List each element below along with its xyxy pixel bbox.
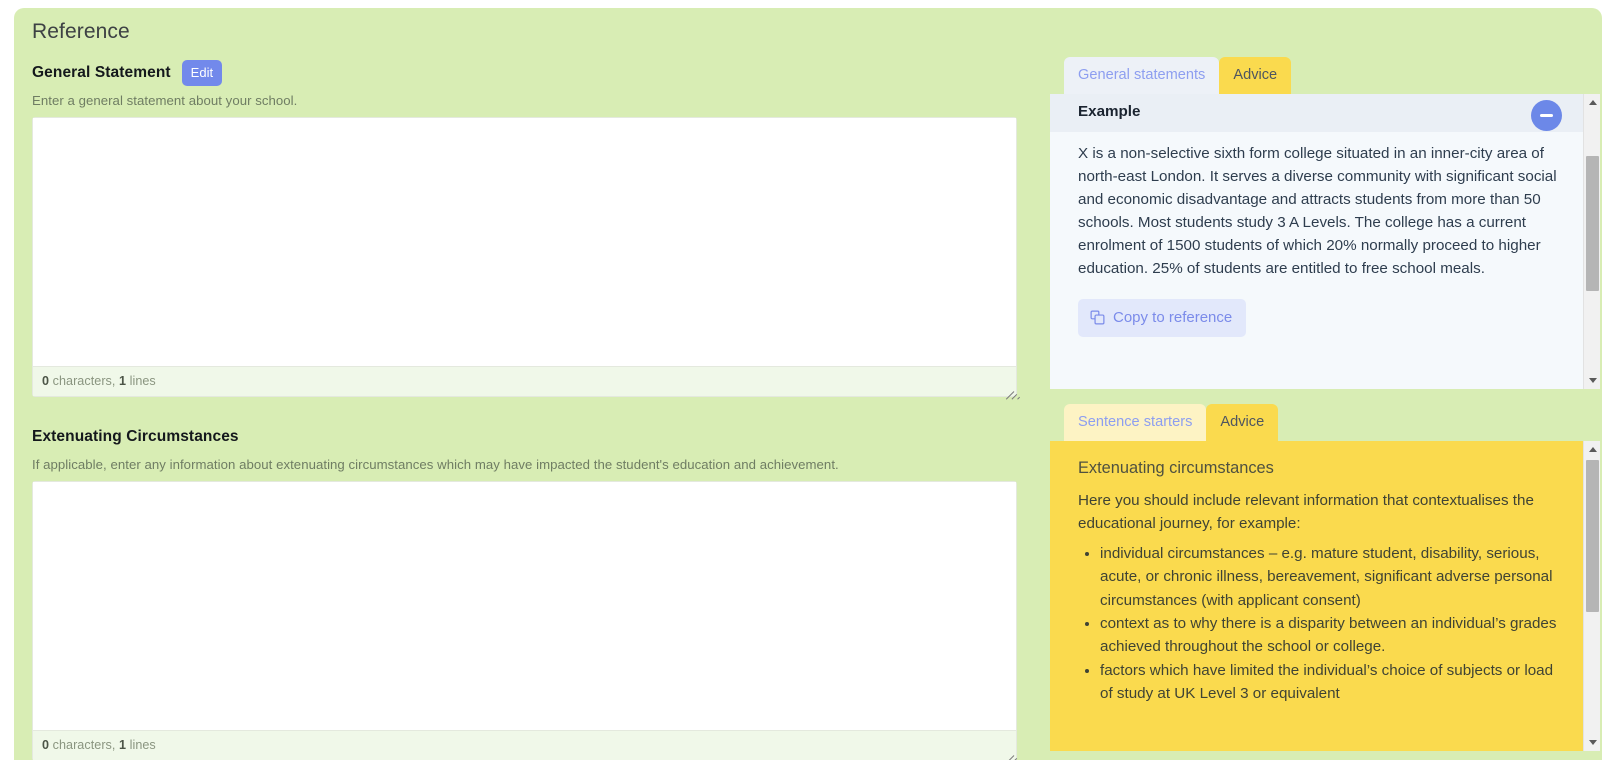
general-statement-line-label: lines bbox=[126, 374, 156, 388]
advice-bullet-list: individual circumstances – e.g. mature s… bbox=[1050, 542, 1583, 706]
list-item: context as to why there is a disparity b… bbox=[1100, 612, 1569, 659]
tab-advice-example[interactable]: Advice bbox=[1219, 57, 1292, 94]
collapse-example-button[interactable] bbox=[1531, 100, 1562, 131]
scrollbar-thumb[interactable] bbox=[1586, 156, 1599, 291]
general-statement-label: General Statement bbox=[32, 64, 171, 81]
extenuating-circumstances-hint: If applicable, enter any information abo… bbox=[32, 457, 839, 472]
advice-panel-scrollbar[interactable] bbox=[1583, 441, 1600, 751]
example-panel-scrollport: Example X is a non-selective sixth form … bbox=[1050, 94, 1583, 389]
guidance-column: General statements Advice Example X is a… bbox=[1050, 56, 1600, 751]
extenuating-circumstances-line-label: lines bbox=[126, 738, 156, 752]
general-statement-char-count: 0 bbox=[42, 374, 50, 388]
scroll-down-arrow-icon[interactable] bbox=[1584, 372, 1600, 389]
general-statement-textarea-wrapper: 0 characters, 1 lines bbox=[32, 117, 1021, 400]
scroll-down-arrow-icon[interactable] bbox=[1584, 734, 1600, 751]
tab-sentence-starters[interactable]: Sentence starters bbox=[1064, 404, 1207, 441]
example-panel-tabs: General statements Advice bbox=[1050, 56, 1600, 94]
general-statement-header: General Statement Edit bbox=[32, 60, 1034, 86]
general-statement-char-label: characters, bbox=[49, 374, 120, 388]
scrollbar-thumb[interactable] bbox=[1586, 460, 1599, 612]
list-item: individual circumstances – e.g. mature s… bbox=[1100, 542, 1569, 612]
example-body-text: X is a non-selective sixth form college … bbox=[1078, 145, 1557, 277]
advice-intro-text: Here you should include relevant informa… bbox=[1078, 492, 1534, 533]
reference-card: Reference General Statement Edit Enter a… bbox=[14, 8, 1602, 760]
general-statement-input[interactable] bbox=[33, 118, 1016, 366]
extenuating-circumstances-input[interactable] bbox=[33, 482, 1016, 730]
extenuating-circumstances-label: Extenuating Circumstances bbox=[32, 428, 239, 445]
advice-panel-group: Sentence starters Advice Extenuating cir… bbox=[1050, 403, 1600, 751]
extenuating-circumstances-field: Extenuating Circumstances If applicable,… bbox=[32, 424, 1034, 760]
field-spacer bbox=[32, 397, 1034, 424]
page-title: Reference bbox=[32, 20, 130, 43]
edit-general-statement-button[interactable]: Edit bbox=[181, 60, 223, 86]
example-panel-group: General statements Advice Example X is a… bbox=[1050, 56, 1600, 389]
general-statement-hint: Enter a general statement about your sch… bbox=[32, 93, 298, 108]
advice-panel-tabs: Sentence starters Advice bbox=[1050, 403, 1600, 441]
advice-heading: Extenuating circumstances bbox=[1078, 459, 1274, 477]
copy-to-reference-button[interactable]: Copy to reference bbox=[1078, 299, 1247, 337]
example-panel: Example X is a non-selective sixth form … bbox=[1050, 94, 1600, 389]
reference-fields-column: General Statement Edit Enter a general s… bbox=[32, 60, 1034, 760]
tab-advice[interactable]: Advice bbox=[1206, 404, 1279, 441]
example-heading: Example bbox=[1050, 94, 1583, 132]
extenuating-circumstances-char-label: characters, bbox=[49, 738, 120, 752]
tab-general-statements[interactable]: General statements bbox=[1064, 57, 1220, 94]
general-statement-field: General Statement Edit Enter a general s… bbox=[32, 60, 1034, 400]
example-panel-scrollbar[interactable] bbox=[1583, 94, 1600, 389]
app-root: Reference General Statement Edit Enter a… bbox=[0, 0, 1615, 769]
general-statement-counter: 0 characters, 1 lines bbox=[33, 366, 1016, 396]
extenuating-circumstances-header: Extenuating Circumstances bbox=[32, 424, 1034, 450]
extenuating-circumstances-char-count: 0 bbox=[42, 738, 50, 752]
list-item: factors which have limited the individua… bbox=[1100, 659, 1569, 706]
copy-to-reference-label: Copy to reference bbox=[1113, 309, 1233, 326]
minus-icon bbox=[1540, 114, 1553, 117]
advice-panel: Extenuating circumstances Here you shoul… bbox=[1050, 441, 1600, 751]
extenuating-circumstances-textarea-wrapper: 0 characters, 1 lines bbox=[32, 481, 1018, 760]
scroll-up-arrow-icon[interactable] bbox=[1584, 441, 1600, 458]
copy-icon bbox=[1090, 310, 1105, 325]
extenuating-circumstances-counter: 0 characters, 1 lines bbox=[33, 730, 1016, 760]
advice-panel-scrollport: Extenuating circumstances Here you shoul… bbox=[1050, 441, 1583, 751]
scroll-up-arrow-icon[interactable] bbox=[1584, 94, 1600, 111]
